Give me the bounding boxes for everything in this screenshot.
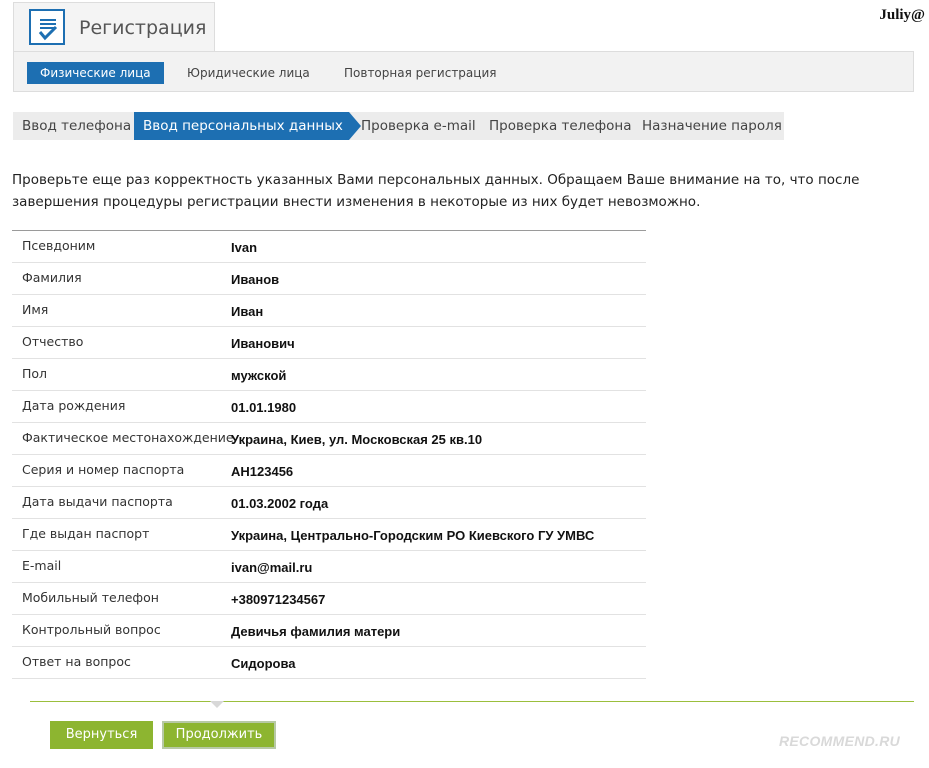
field-label: Где выдан паспорт <box>22 526 150 541</box>
page-title: Регистрация <box>79 17 207 39</box>
username-label[interactable]: Juliy@ <box>879 7 925 24</box>
divider-notch <box>210 701 224 708</box>
field-value: Девичья фамилия матери <box>231 624 401 639</box>
field-label: Псевдоним <box>22 238 96 253</box>
field-label: Отчество <box>22 334 84 349</box>
tab-re-registration[interactable]: Повторная регистрация <box>331 62 509 84</box>
field-label: Мобильный телефон <box>22 590 159 605</box>
table-row: Псевдоним Ivan <box>12 231 646 263</box>
field-label: Серия и номер паспорта <box>22 462 185 477</box>
field-value: 01.03.2002 года <box>231 496 329 511</box>
registration-steps: Ввод телефона Ввод персональных данных П… <box>13 112 784 140</box>
watermark-text: RECOMMEND.RU <box>779 733 901 749</box>
table-row: Фамилия Иванов <box>12 263 646 295</box>
table-row: Имя Иван <box>12 295 646 327</box>
field-label: Фактическое местонахождение <box>22 430 234 445</box>
step-email-check: Проверка e-mail <box>361 118 476 134</box>
table-row: Дата выдачи паспорта 01.03.2002 года <box>12 487 646 519</box>
table-row: Контрольный вопрос Девичья фамилия матер… <box>12 615 646 647</box>
table-row: E-mail ivan@mail.ru <box>12 551 646 583</box>
field-value: АН123456 <box>231 464 294 479</box>
field-value: Ivan <box>231 240 258 255</box>
personal-data-table: Псевдоним Ivan Фамилия Иванов Имя Иван Отче… <box>12 230 646 679</box>
field-value: Иванович <box>231 336 295 351</box>
field-value: Иван <box>231 304 264 319</box>
table-row: Дата рождения 01.01.1980 <box>12 391 646 423</box>
step-phone-check: Проверка телефона <box>489 118 632 134</box>
field-label: E-mail <box>22 558 62 573</box>
form-divider <box>30 701 914 702</box>
table-row: Отчество Иванович <box>12 327 646 359</box>
table-row: Где выдан паспорт Украина, Центрально-Гор… <box>12 519 646 551</box>
field-value: ivan@mail.ru <box>231 560 313 575</box>
step-password: Назначение пароля <box>642 118 782 134</box>
field-value: +380971234567 <box>231 592 326 607</box>
back-button[interactable]: Вернуться <box>50 721 153 749</box>
registration-header: Регистрация <box>13 2 215 52</box>
table-row: Серия и номер паспорта АН123456 <box>12 455 646 487</box>
step-personal-data: Ввод персональных данных <box>134 112 361 140</box>
table-row: Фактическое местонахождение Украина, Киев… <box>12 423 646 455</box>
table-row: Пол мужской <box>12 359 646 391</box>
intro-text: Проверьте еще раз корректность указанных… <box>12 172 860 210</box>
field-label: Фамилия <box>22 270 82 285</box>
field-label: Дата рождения <box>22 398 126 413</box>
continue-button[interactable]: Продолжить <box>162 721 276 749</box>
field-label: Ответ на вопрос <box>22 654 131 669</box>
field-label: Дата выдачи паспорта <box>22 494 173 509</box>
field-value: Иванов <box>231 272 280 287</box>
table-row: Мобильный телефон +380971234567 <box>12 583 646 615</box>
field-label: Контрольный вопрос <box>22 622 161 637</box>
person-type-nav: Физические лица Юридические лица Повторн… <box>13 51 914 92</box>
field-label: Имя <box>22 302 49 317</box>
document-check-icon <box>29 9 65 45</box>
field-value: мужской <box>231 368 287 383</box>
field-value: Сидорова <box>231 656 296 671</box>
tab-individuals[interactable]: Физические лица <box>27 62 164 84</box>
field-value: 01.01.1980 <box>231 400 297 415</box>
step-phone-input: Ввод телефона <box>22 118 132 134</box>
table-row: Ответ на вопрос Сидорова <box>12 647 646 679</box>
field-label: Пол <box>22 366 48 381</box>
field-value: Украина, Центрально-Городским РО Киевско… <box>231 528 595 543</box>
tab-legal-entities[interactable]: Юридические лица <box>174 62 323 84</box>
field-value: Украина, Киев, ул. Московская 25 кв.10 <box>231 432 483 447</box>
